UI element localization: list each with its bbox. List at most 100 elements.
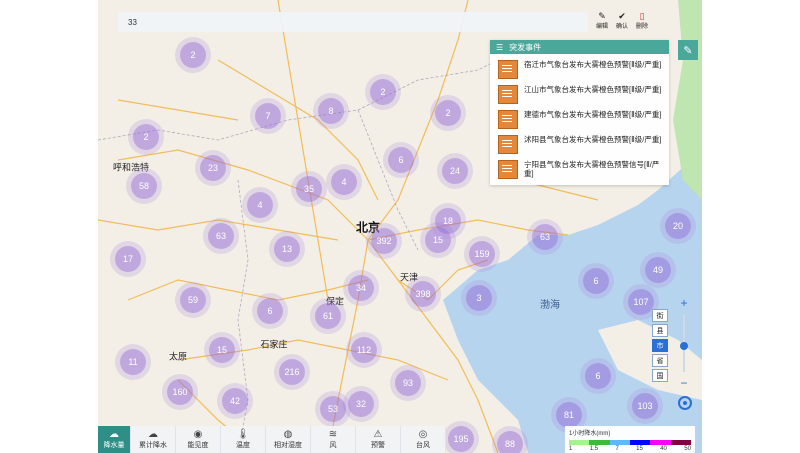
station-cluster[interactable]: 20: [665, 213, 691, 239]
wind-icon: ≋: [328, 429, 338, 440]
tool-temperature[interactable]: 🌡 温度: [221, 426, 266, 453]
station-cluster[interactable]: 81: [556, 402, 582, 428]
legend-swatch: [569, 440, 590, 445]
level-city-button[interactable]: 市: [652, 339, 668, 352]
station-cluster[interactable]: 7: [255, 103, 281, 129]
level-country-button[interactable]: 国: [652, 369, 668, 382]
station-cluster[interactable]: 2: [370, 79, 396, 105]
station-cluster[interactable]: 93: [395, 370, 421, 396]
station-cluster[interactable]: 398: [410, 281, 436, 307]
station-cluster[interactable]: 35: [296, 176, 322, 202]
confirm-button[interactable]: ✔ 确认: [616, 12, 628, 31]
station-cluster[interactable]: 23: [200, 155, 226, 181]
station-cluster[interactable]: 24: [442, 158, 468, 184]
station-cluster[interactable]: 160: [167, 379, 193, 405]
legend-swatch: [609, 440, 630, 445]
event-item[interactable]: 宁阳县气象台发布大雾橙色预警信号[Ⅱ/严重]: [498, 160, 663, 179]
zoom-slider-handle[interactable]: [680, 342, 688, 350]
edit-button[interactable]: ✎ 编辑: [596, 12, 608, 31]
station-cluster[interactable]: 216: [279, 359, 305, 385]
station-cluster[interactable]: 61: [315, 303, 341, 329]
station-cluster[interactable]: 32: [348, 391, 374, 417]
droplet-icon: ◍: [283, 429, 293, 440]
station-cluster[interactable]: 8: [318, 98, 344, 124]
event-text: 宁阳县气象台发布大雾橙色预警信号[Ⅱ/严重]: [524, 160, 660, 178]
tool-wind[interactable]: ≋ 风: [311, 426, 356, 453]
station-cluster[interactable]: 159: [469, 241, 495, 267]
event-item[interactable]: 江山市气象台发布大雾橙色预警[Ⅱ级/严重]: [498, 85, 663, 104]
station-cluster[interactable]: 34: [348, 275, 374, 301]
warning-icon: ⚠: [373, 429, 383, 440]
station-cluster[interactable]: 6: [257, 298, 283, 324]
station-cluster[interactable]: 13: [274, 236, 300, 262]
station-cluster[interactable]: 63: [208, 223, 234, 249]
legend-swatch: [670, 440, 691, 445]
thermometer-icon: 🌡: [236, 429, 250, 440]
level-province-button[interactable]: 省: [652, 354, 668, 367]
level-county-button[interactable]: 县: [652, 324, 668, 337]
station-cluster[interactable]: 107: [628, 289, 654, 315]
station-cluster[interactable]: 2: [180, 42, 206, 68]
zoom-in-button[interactable]: +: [676, 296, 692, 310]
station-cluster[interactable]: 15: [209, 337, 235, 363]
top-text: 33: [128, 17, 137, 27]
station-cluster[interactable]: 11: [120, 349, 146, 375]
document-icon: [498, 110, 518, 129]
station-cluster[interactable]: 112: [351, 337, 377, 363]
station-cluster[interactable]: 88: [497, 431, 523, 453]
city-label: 太原: [168, 351, 188, 362]
top-text-bar[interactable]: 33: [118, 12, 588, 32]
station-cluster[interactable]: 392: [371, 228, 397, 254]
zoom-slider[interactable]: [680, 314, 688, 372]
tool-typhoon[interactable]: ◎ 台风: [401, 426, 446, 453]
event-text: 江山市气象台发布大雾橙色预警[Ⅱ级/严重]: [524, 85, 662, 94]
station-cluster[interactable]: 17: [115, 246, 141, 272]
panel-toggle-button[interactable]: ✎: [678, 40, 698, 60]
legend-color-bar: [569, 440, 691, 445]
legend-swatch: [650, 440, 671, 445]
tool-warning[interactable]: ⚠ 预警: [356, 426, 401, 453]
trash-icon: ▯: [639, 11, 645, 21]
event-item[interactable]: 宿迁市气象台发布大雾橙色预警[Ⅱ级/严重]: [498, 60, 663, 79]
city-label: 石家庄: [260, 339, 288, 350]
emergency-panel: ☰ 突发事件 宿迁市气象台发布大雾橙色预警[Ⅱ级/严重] 江山市气象台发布大雾橙…: [490, 40, 669, 185]
station-cluster[interactable]: 4: [331, 169, 357, 195]
eye-icon: ◉: [193, 429, 203, 440]
event-item[interactable]: 建德市气象台发布大雾橙色预警[Ⅱ级/严重]: [498, 110, 663, 129]
tool-precipitation[interactable]: ☁ 降水量: [98, 426, 131, 453]
station-cluster[interactable]: 58: [131, 173, 157, 199]
legend-swatch: [589, 440, 610, 445]
locate-icon[interactable]: [678, 396, 692, 410]
typhoon-icon: ◎: [418, 429, 428, 440]
event-item[interactable]: 沭阳县气象台发布大雾橙色预警[Ⅱ级/严重]: [498, 135, 663, 154]
document-icon: [498, 60, 518, 79]
station-cluster[interactable]: 4: [247, 192, 273, 218]
station-cluster[interactable]: 42: [222, 388, 248, 414]
cloud-icon: ☁: [148, 429, 158, 440]
document-icon: [498, 135, 518, 154]
station-cluster[interactable]: 6: [585, 363, 611, 389]
edit-panel-icon: ✎: [683, 44, 693, 57]
tool-humidity[interactable]: ◍ 相对湿度: [266, 426, 311, 453]
station-cluster[interactable]: 6: [583, 268, 609, 294]
station-cluster[interactable]: 53: [320, 396, 346, 422]
station-cluster[interactable]: 103: [632, 393, 658, 419]
delete-button[interactable]: ▯ 删除: [636, 11, 648, 31]
station-cluster[interactable]: 2: [133, 124, 159, 150]
tool-accumulated-precipitation[interactable]: ☁ 累计降水: [131, 426, 176, 453]
station-cluster[interactable]: 3: [466, 285, 492, 311]
station-cluster[interactable]: 2: [435, 100, 461, 126]
station-cluster[interactable]: 195: [448, 426, 474, 452]
station-cluster[interactable]: 59: [180, 287, 206, 313]
station-cluster[interactable]: 63: [532, 224, 558, 250]
station-cluster[interactable]: 49: [645, 257, 671, 283]
layer-toolbar: ☁ 降水量 ☁ 累计降水 ◉ 能见度 🌡 温度 ◍ 相对湿度 ≋ 风 ⚠ 预警 ◎ 台风: [98, 426, 446, 453]
station-cluster[interactable]: 18: [435, 208, 461, 234]
zoom-out-button[interactable]: −: [676, 376, 692, 390]
document-icon: [498, 85, 518, 104]
legend-title: 1小时降水(mm): [569, 431, 611, 437]
station-cluster[interactable]: 6: [388, 147, 414, 173]
level-street-button[interactable]: 街: [652, 309, 668, 322]
tool-visibility[interactable]: ◉ 能见度: [176, 426, 221, 453]
event-text: 建德市气象台发布大雾橙色预警[Ⅱ级/严重]: [524, 110, 662, 119]
